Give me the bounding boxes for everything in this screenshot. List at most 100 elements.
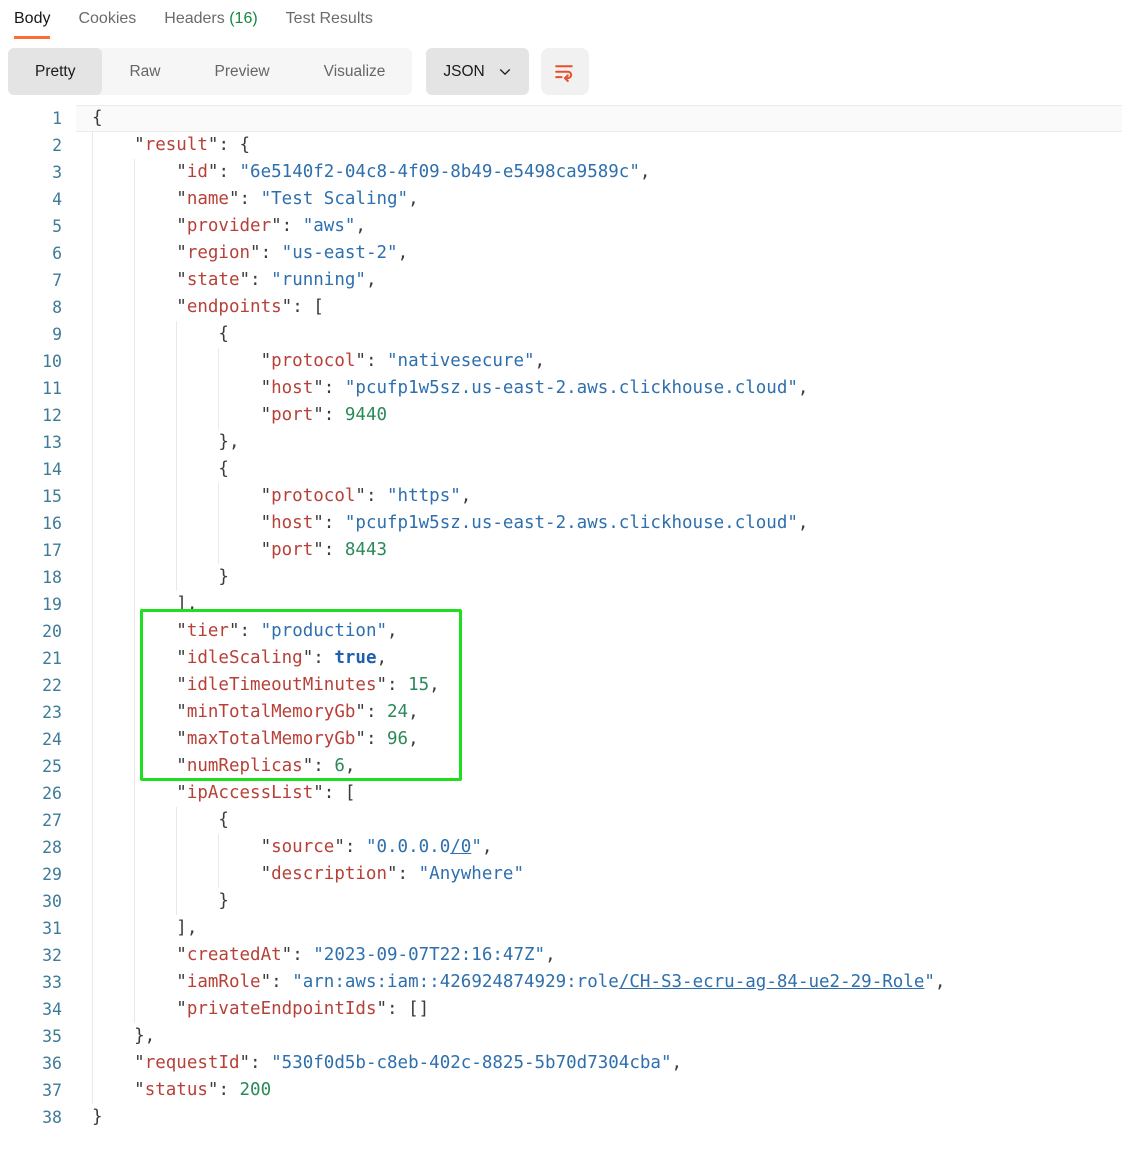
view-mode-raw[interactable]: Raw: [102, 48, 187, 95]
line-number: 18: [0, 564, 76, 591]
code-line-content: "minTotalMemoryGb": 24,: [76, 699, 1122, 726]
code-token: ,: [482, 837, 493, 857]
code-line-content: "privateEndpointIds": []: [76, 996, 1122, 1023]
indent-guide: [92, 564, 134, 591]
code-line-content: "host": "pcufp1w5sz.us-east-2.aws.clickh…: [76, 510, 1122, 537]
code-line: 14{: [0, 456, 1122, 483]
code-editor[interactable]: 1{2"result": {3"id": "6e5140f2-04c8-4f09…: [0, 98, 1122, 1131]
code-line: 25"numReplicas": 6,: [0, 753, 1122, 780]
code-line: 35},: [0, 1023, 1122, 1050]
indent-guide: [134, 564, 176, 591]
code-line: 1{: [0, 105, 1122, 132]
code-line-content: },: [76, 429, 1122, 456]
code-token: ": [176, 621, 187, 641]
code-token: ":: [250, 243, 282, 263]
code-line: 34"privateEndpointIds": []: [0, 996, 1122, 1023]
line-number: 3: [0, 159, 76, 186]
code-token: iamRole: [187, 972, 261, 992]
indent-guide: [134, 915, 176, 942]
indent-guide: [134, 591, 176, 618]
code-line-content: "createdAt": "2023-09-07T22:16:47Z",: [76, 942, 1122, 969]
code-token: /0: [450, 837, 471, 857]
line-number: 27: [0, 807, 76, 834]
code-token: ,: [429, 675, 440, 695]
code-token: ": [176, 297, 187, 317]
code-token: host: [271, 513, 313, 533]
code-token: ,: [640, 162, 651, 182]
tab-cookies[interactable]: Cookies: [78, 10, 136, 36]
code-line: 20"tier": "production",: [0, 618, 1122, 645]
indent-guide: [92, 1077, 134, 1104]
view-mode-visualize[interactable]: Visualize: [297, 48, 413, 95]
code-token: "production": [261, 621, 387, 641]
code-line-content: ],: [76, 915, 1122, 942]
code-token: ": [: [313, 783, 355, 803]
tab-test-results[interactable]: Test Results: [286, 10, 373, 36]
indent-guide: [92, 861, 134, 888]
view-mode-preview[interactable]: Preview: [188, 48, 297, 95]
code-line-content: "id": "6e5140f2-04c8-4f09-8b49-e5498ca95…: [76, 159, 1122, 186]
line-number: 11: [0, 375, 76, 402]
indent-guide: [134, 429, 176, 456]
code-token: ,: [535, 351, 546, 371]
line-number: 28: [0, 834, 76, 861]
code-token: "530f0d5b-c8eb-402c-8825-5b70d7304cba": [271, 1053, 671, 1073]
code-token: ":: [355, 729, 387, 749]
indent-guide: [134, 753, 176, 780]
code-token: 6: [334, 756, 345, 776]
code-token: "arn:aws:iam::426924874929:role: [292, 972, 619, 992]
code-token: maxTotalMemoryGb: [187, 729, 356, 749]
code-token: tier: [187, 621, 229, 641]
tab-body[interactable]: Body: [14, 10, 50, 39]
code-token: "pcufp1w5sz.us-east-2.aws.clickhouse.clo…: [345, 513, 798, 533]
code-token: ,: [408, 729, 419, 749]
view-mode-group: PrettyRawPreviewVisualize: [8, 48, 412, 95]
code-line: 6"region": "us-east-2",: [0, 240, 1122, 267]
code-token: ": [261, 864, 272, 884]
view-mode-pretty[interactable]: Pretty: [8, 48, 102, 95]
code-token: ": [924, 972, 935, 992]
tab-headers[interactable]: Headers (16): [164, 10, 257, 36]
code-line-content: "state": "running",: [76, 267, 1122, 294]
code-token: state: [187, 270, 240, 290]
indent-guide: [92, 942, 134, 969]
code-line-content: "endpoints": [: [76, 294, 1122, 321]
tab-label: Cookies: [78, 10, 136, 27]
code-line: 17"port": 8443: [0, 537, 1122, 564]
tab-label: Body: [14, 10, 50, 27]
tab-label: Test Results: [286, 10, 373, 27]
indent-guide: [92, 348, 134, 375]
indent-guide: [134, 294, 176, 321]
code-token: protocol: [271, 351, 355, 371]
code-token: "aws": [303, 216, 356, 236]
indent-guide: [134, 780, 176, 807]
code-line-content: "tier": "production",: [76, 618, 1122, 645]
code-line-content: {: [76, 456, 1122, 483]
code-line-content: "port": 9440: [76, 402, 1122, 429]
code-token: port: [271, 405, 313, 425]
code-line: 11"host": "pcufp1w5sz.us-east-2.aws.clic…: [0, 375, 1122, 402]
indent-guide: [134, 213, 176, 240]
tab-label: Headers: [164, 10, 224, 27]
code-line-content: ],: [76, 591, 1122, 618]
indent-guide: [92, 969, 134, 996]
wrap-lines-button[interactable]: [541, 48, 589, 95]
language-select[interactable]: JSON: [426, 48, 528, 95]
code-line-content: }: [76, 1104, 1122, 1131]
indent-guide: [92, 537, 134, 564]
code-line: 9{: [0, 321, 1122, 348]
code-token: ": [261, 405, 272, 425]
indent-guide: [134, 186, 176, 213]
code-token: idleTimeoutMinutes: [187, 675, 377, 695]
line-number: 22: [0, 672, 76, 699]
code-token: []: [408, 999, 429, 1019]
indent-guide: [92, 915, 134, 942]
line-number: 10: [0, 348, 76, 375]
code-token: privateEndpointIds: [187, 999, 377, 1019]
code-token: status: [145, 1080, 208, 1100]
code-token: ":: [261, 972, 293, 992]
code-token: ,: [408, 189, 419, 209]
line-number: 9: [0, 321, 76, 348]
line-number: 4: [0, 186, 76, 213]
indent-guide: [92, 618, 134, 645]
